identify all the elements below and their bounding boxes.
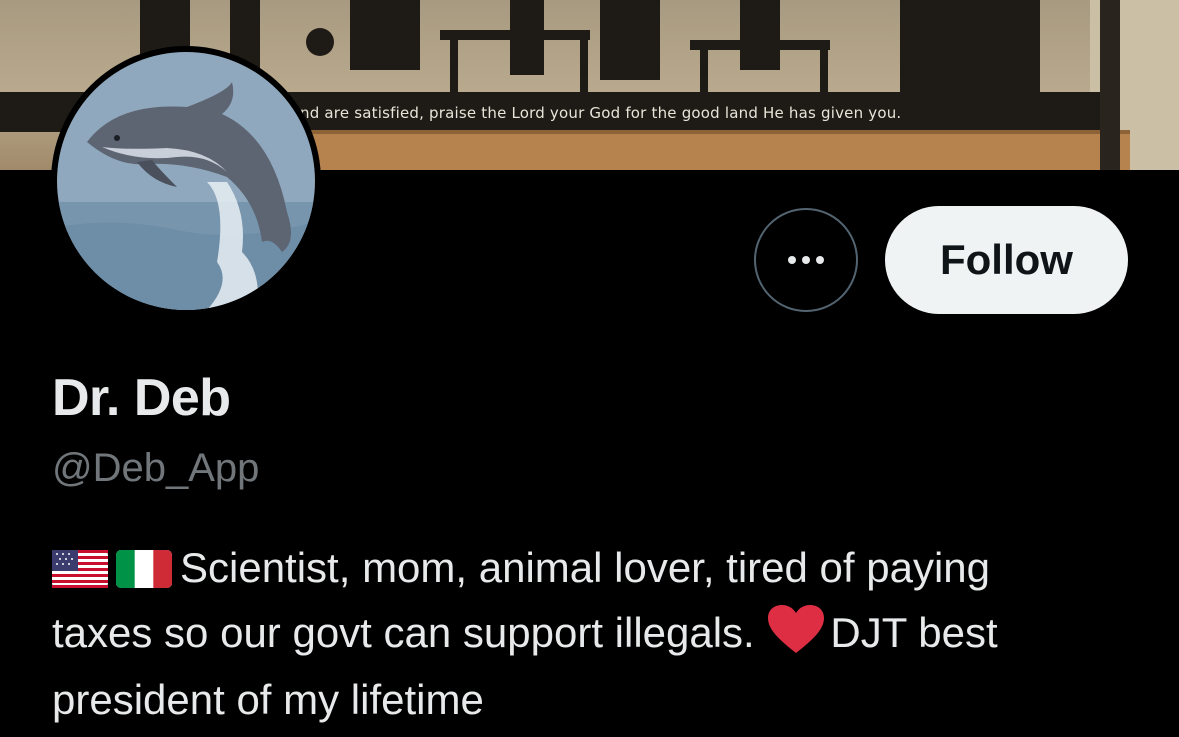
profile-bio: Scientist, mom, animal lover, tired of p…: [52, 538, 1142, 729]
bio-text-line2a: taxes so our govt can support illegals.: [52, 609, 755, 656]
bio-text-line1: Scientist, mom, animal lover, tired of p…: [180, 544, 991, 591]
dolphin-photo: [57, 52, 315, 310]
avatar[interactable]: [51, 46, 321, 316]
us-flag-icon: [52, 544, 108, 603]
banner-quote: nd are satisfied, praise the Lord your G…: [300, 104, 902, 122]
display-name: Dr. Deb: [52, 369, 231, 427]
italy-flag-icon: [116, 544, 172, 603]
bio-text-line3: president of my lifetime: [52, 676, 484, 723]
bio-text-line2b: DJT best: [830, 609, 998, 656]
red-heart-icon: [768, 605, 825, 670]
follow-button[interactable]: Follow: [885, 206, 1128, 314]
more-options-button[interactable]: [754, 208, 858, 312]
user-handle: @Deb_App: [52, 446, 260, 490]
ellipsis-icon: [788, 256, 796, 264]
